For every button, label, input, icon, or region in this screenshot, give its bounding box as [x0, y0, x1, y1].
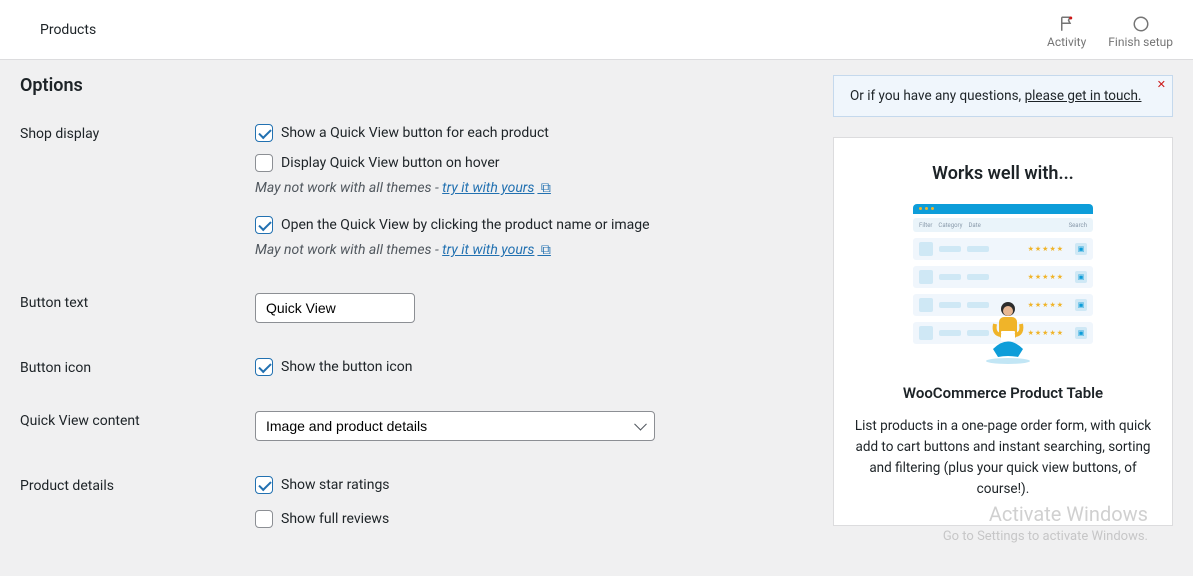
button-text-input[interactable]: [255, 293, 415, 323]
shop-display-label: Shop display: [20, 124, 255, 142]
get-in-touch-link[interactable]: please get in touch.: [1025, 88, 1142, 104]
show-quick-view-label: Show a Quick View button for each produc…: [281, 125, 549, 141]
promo-description: List products in a one-page order form, …: [854, 416, 1152, 500]
sidebar: ✕ Or if you have any questions, please g…: [833, 75, 1173, 548]
shop-display-row: Shop display Show a Quick View button fo…: [20, 124, 813, 258]
show-quick-view-checkbox[interactable]: [255, 124, 273, 142]
finish-setup-label: Finish setup: [1108, 35, 1173, 49]
circle-icon: [1132, 15, 1150, 33]
open-on-click-checkbox[interactable]: [255, 216, 273, 234]
external-link-icon: ⧉: [537, 180, 550, 196]
star-ratings-checkbox[interactable]: [255, 476, 273, 494]
product-details-row: Product details Show star ratings Show f…: [20, 476, 813, 528]
click-hint: May not work with all themes - try it wi…: [255, 242, 813, 258]
button-text-label: Button text: [20, 293, 255, 311]
page-title: Products: [40, 22, 96, 38]
try-theme-link-2[interactable]: try it with yours ⧉: [442, 242, 551, 258]
product-details-label: Product details: [20, 476, 255, 494]
flag-icon: [1058, 15, 1076, 33]
close-icon[interactable]: ✕: [1157, 78, 1166, 91]
info-box: ✕ Or if you have any questions, please g…: [833, 75, 1173, 117]
settings-panel: Options Shop display Show a Quick View b…: [20, 75, 813, 548]
button-icon-label: Button icon: [20, 358, 255, 376]
promo-illustration: FilterCategoryDateSearch ★★★★★▣ ★★★★★▣ ★…: [913, 204, 1093, 364]
topbar-actions: Activity Finish setup: [1047, 11, 1173, 49]
full-reviews-label: Show full reviews: [281, 511, 389, 527]
quick-view-content-label: Quick View content: [20, 411, 255, 429]
show-button-icon-checkbox[interactable]: [255, 358, 273, 376]
display-on-hover-label: Display Quick View button on hover: [281, 155, 500, 171]
quick-view-content-row: Quick View content Image and product det…: [20, 411, 813, 441]
show-button-icon-label: Show the button icon: [281, 359, 412, 375]
button-icon-row: Button icon Show the button icon: [20, 358, 813, 376]
button-text-row: Button text: [20, 293, 813, 323]
external-link-icon: ⧉: [537, 242, 550, 258]
full-reviews-checkbox[interactable]: [255, 510, 273, 528]
activity-button[interactable]: Activity: [1047, 15, 1086, 49]
open-on-click-label: Open the Quick View by clicking the prod…: [281, 217, 650, 233]
finish-setup-button[interactable]: Finish setup: [1108, 15, 1173, 49]
display-on-hover-checkbox[interactable]: [255, 154, 273, 172]
promo-box: Works well with... FilterCategoryDateSea…: [833, 137, 1173, 526]
quick-view-content-select[interactable]: Image and product details: [255, 411, 655, 441]
try-theme-link-1[interactable]: try it with yours ⧉: [442, 180, 551, 196]
promo-product-name: WooCommerce Product Table: [854, 384, 1152, 402]
options-heading: Options: [20, 75, 813, 96]
promo-heading: Works well with...: [854, 163, 1152, 184]
person-icon: [983, 299, 1033, 364]
activity-label: Activity: [1047, 35, 1086, 49]
star-ratings-label: Show star ratings: [281, 477, 390, 493]
top-bar: Products Activity Finish setup: [0, 0, 1193, 60]
hover-hint: May not work with all themes - try it wi…: [255, 180, 813, 196]
